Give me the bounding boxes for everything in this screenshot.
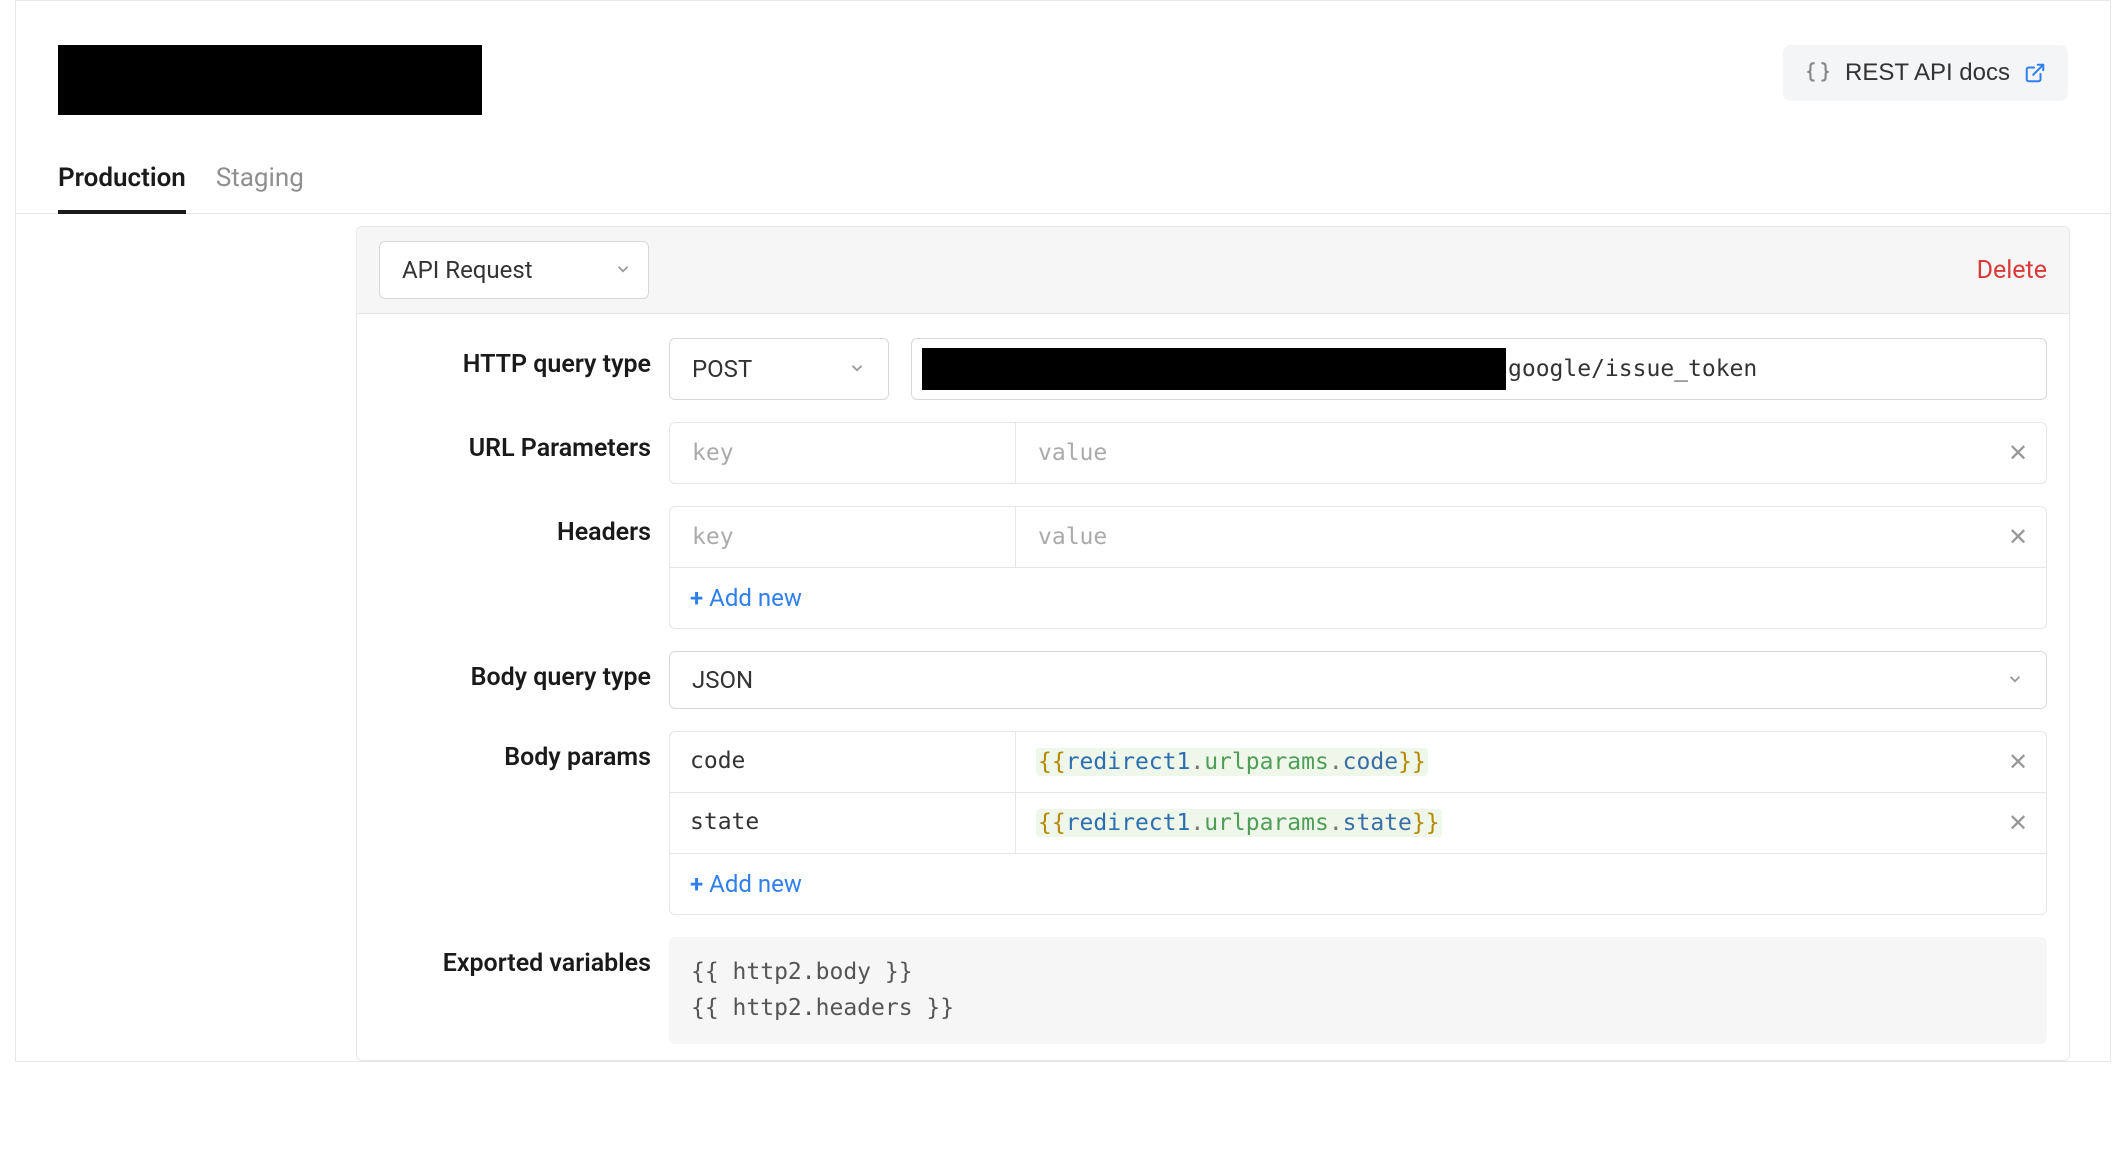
plus-icon: + (690, 870, 709, 898)
label-headers: Headers (379, 506, 669, 547)
label-body-query-type: Body query type (379, 651, 669, 692)
row-url-parameters: URL Parameters ✕ (379, 422, 2047, 484)
url-parameters-block: ✕ (669, 422, 2047, 484)
body-param-remove-button[interactable]: ✕ (1990, 793, 2046, 853)
url-param-key-input[interactable] (690, 439, 995, 467)
close-icon: ✕ (2008, 523, 2028, 551)
label-url-parameters: URL Parameters (379, 422, 669, 463)
body-query-type-select[interactable]: JSON (669, 651, 2047, 709)
headers-add-new-label: Add new (709, 584, 802, 612)
close-icon: ✕ (2008, 439, 2028, 467)
url-input[interactable]: google/issue_token (911, 338, 2047, 400)
body-params-block: code {{redirect1.urlparams.code}} ✕ stat… (669, 731, 2047, 915)
page-title-redacted (58, 45, 482, 115)
header-remove-button[interactable]: ✕ (1990, 507, 2046, 567)
body-param-key-input[interactable]: state (670, 793, 1016, 853)
body-param-row: state {{redirect1.urlparams.state}} ✕ (670, 793, 2046, 854)
http-method-select[interactable]: POST (669, 338, 889, 400)
exported-variable-line: {{ http2.headers }} (691, 991, 2025, 1027)
row-exported-variables: Exported variables {{ http2.body }} {{ h… (379, 937, 2047, 1044)
row-body-params: Body params code {{redirect1.urlparams.c… (379, 731, 2047, 915)
label-http-query-type: HTTP query type (379, 338, 669, 379)
body-param-value-input[interactable]: {{redirect1.urlparams.state}} (1016, 793, 1990, 853)
chevron-down-icon (2006, 666, 2024, 694)
env-tabs: Production Staging (16, 115, 2110, 214)
body-param-remove-button[interactable]: ✕ (1990, 732, 2046, 792)
step-type-select[interactable]: API Request (379, 241, 649, 299)
exported-variables-box: {{ http2.body }} {{ http2.headers }} (669, 937, 2047, 1044)
header-key-input[interactable] (690, 523, 995, 551)
label-body-params: Body params (379, 731, 669, 772)
external-link-icon (2024, 62, 2046, 84)
body-param-key-input[interactable]: code (670, 732, 1016, 792)
tab-staging[interactable]: Staging (216, 163, 304, 213)
body-param-value-input[interactable]: {{redirect1.urlparams.code}} (1016, 732, 1990, 792)
body-query-type-value: JSON (692, 666, 753, 694)
chevron-down-icon (614, 256, 632, 284)
delete-button[interactable]: Delete (1977, 256, 2047, 285)
row-headers: Headers ✕ + Add new (379, 506, 2047, 629)
api-request-panel: API Request Delete HTTP query type POST (356, 226, 2070, 1061)
docs-label: REST API docs (1845, 59, 2010, 87)
rest-api-docs-button[interactable]: REST API docs (1783, 45, 2068, 101)
url-suffix: google/issue_token (1508, 356, 1757, 382)
step-type-value: API Request (402, 256, 533, 284)
row-body-query-type: Body query type JSON (379, 651, 2047, 709)
chevron-down-icon (848, 355, 866, 383)
label-exported-variables: Exported variables (379, 937, 669, 978)
body-param-row: code {{redirect1.urlparams.code}} ✕ (670, 732, 2046, 793)
panel-header: API Request Delete (357, 227, 2069, 314)
url-redacted-prefix (922, 348, 1506, 390)
page-header: REST API docs (16, 1, 2110, 115)
body-params-add-new-button[interactable]: + Add new (670, 854, 2046, 914)
close-icon: ✕ (2008, 748, 2028, 776)
headers-add-new-button[interactable]: + Add new (670, 568, 2046, 628)
url-param-row: ✕ (670, 423, 2046, 483)
plus-icon: + (690, 584, 709, 612)
tab-production[interactable]: Production (58, 163, 186, 213)
exported-variable-line: {{ http2.body }} (691, 955, 2025, 991)
url-param-remove-button[interactable]: ✕ (1990, 423, 2046, 483)
http-method-value: POST (692, 355, 752, 383)
header-row: ✕ (670, 507, 2046, 568)
row-http-query-type: HTTP query type POST google/issue_token (379, 338, 2047, 400)
url-param-value-input[interactable] (1036, 439, 1970, 467)
body-params-add-new-label: Add new (709, 870, 802, 898)
headers-block: ✕ + Add new (669, 506, 2047, 629)
header-value-input[interactable] (1036, 523, 1970, 551)
braces-icon (1805, 60, 1831, 86)
close-icon: ✕ (2008, 809, 2028, 837)
